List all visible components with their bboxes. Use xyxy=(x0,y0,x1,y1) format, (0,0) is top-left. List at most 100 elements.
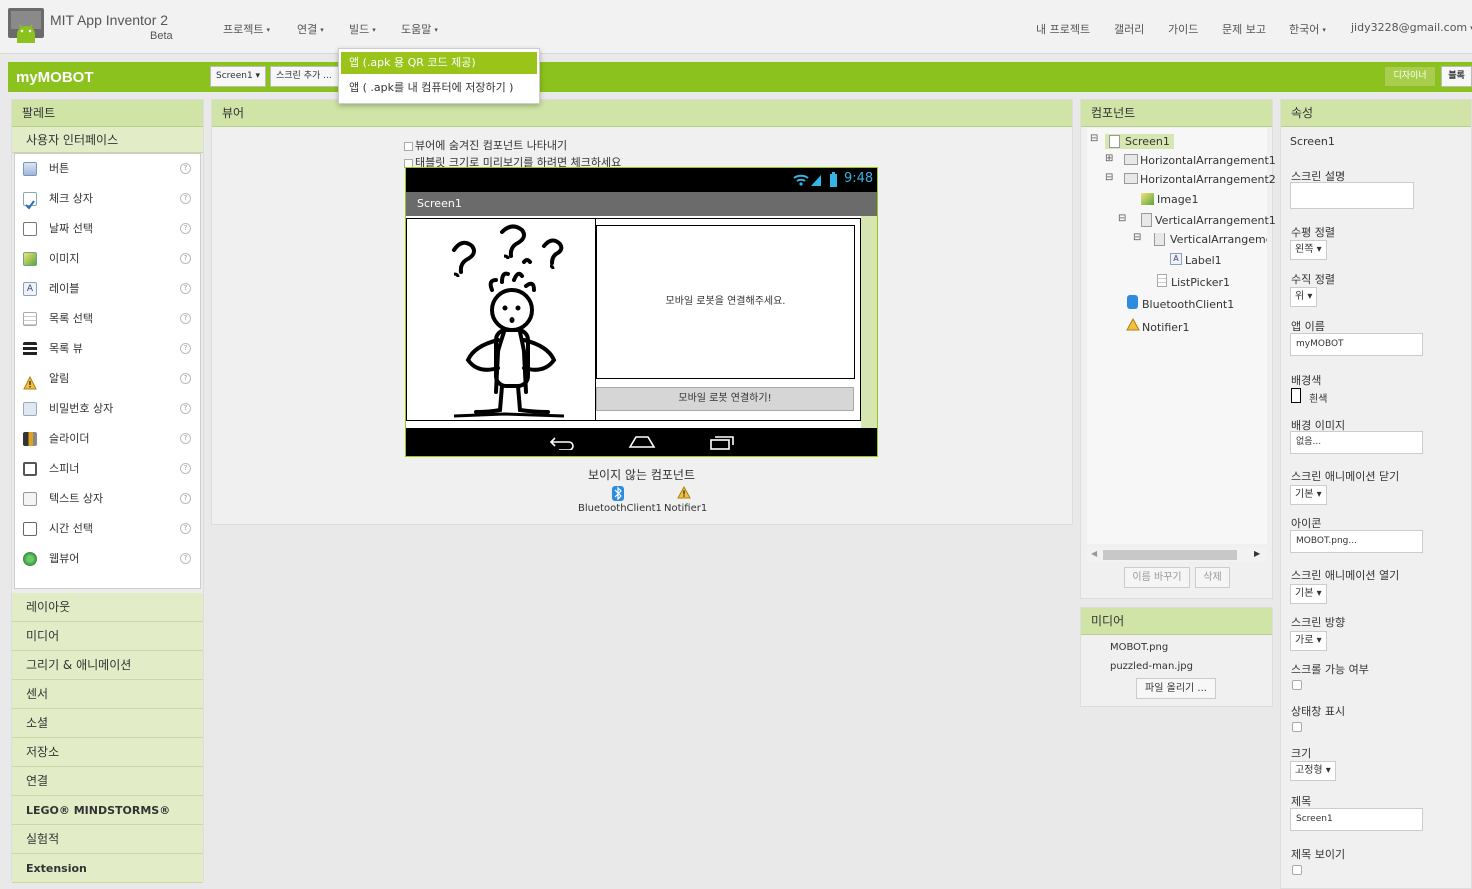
palette-item-listview[interactable]: 목록 뷰? xyxy=(15,334,200,364)
upload-file-button[interactable]: 파일 올리기 ... xyxy=(1136,678,1216,699)
screen-desc-textarea[interactable] xyxy=(1290,182,1414,209)
palette-category-lego[interactable]: LEGO® MINDSTORMS® xyxy=(12,796,203,825)
tree-node-vertical-arrangement-2[interactable]: VerticalArrangement2 xyxy=(1153,233,1267,246)
help-icon[interactable]: ? xyxy=(180,193,191,204)
show-hidden-option[interactable]: 뷰어에 숨겨진 컴포넌트 나타내기 xyxy=(404,137,567,153)
show-status-checkbox[interactable] xyxy=(1292,722,1302,732)
add-screen-button[interactable]: 스크린 추가 ... xyxy=(270,66,340,87)
palette-item-spinner[interactable]: 스피너? xyxy=(15,454,200,484)
tree-node-label1[interactable]: A Label1 xyxy=(1169,253,1222,267)
help-icon[interactable]: ? xyxy=(180,253,191,264)
palette-category-media[interactable]: 미디어 xyxy=(12,622,203,651)
palette-section-ui[interactable]: 사용자 인터페이스 xyxy=(12,127,203,153)
tree-node-screen1[interactable]: Screen1 xyxy=(1105,134,1174,149)
help-icon[interactable]: ? xyxy=(180,373,191,384)
palette-item-listpicker[interactable]: 목록 선택? xyxy=(15,304,200,334)
sizing-select[interactable]: 고정형 ▾ xyxy=(1290,761,1336,781)
link-gallery[interactable]: 갤러리 xyxy=(1114,21,1144,37)
menu-connect[interactable]: 연결 ▾ xyxy=(297,21,324,37)
palette-category-sensors[interactable]: 센서 xyxy=(12,680,203,709)
tree-node-horizontal-arrangement-2[interactable]: HorizontalArrangement2 xyxy=(1123,173,1276,186)
app-inventor-logo[interactable] xyxy=(8,8,44,46)
palette-item-slider[interactable]: 슬라이더? xyxy=(15,424,200,454)
palette-item-label[interactable]: A 레이블? xyxy=(15,274,200,304)
help-icon[interactable]: ? xyxy=(180,283,191,294)
tree-node-vertical-arrangement-1[interactable]: VerticalArrangement1 xyxy=(1138,213,1276,227)
connect-robot-button[interactable]: 모바일 로봇 연결하기! xyxy=(596,387,854,411)
bg-color-value[interactable]: 흰색 xyxy=(1309,390,1327,405)
menu-language[interactable]: 한국어 ▾ xyxy=(1289,21,1326,37)
tree-node-image1[interactable]: Image1 xyxy=(1140,193,1198,206)
help-icon[interactable]: ? xyxy=(180,313,191,324)
show-hidden-checkbox[interactable] xyxy=(404,141,413,151)
align-v-select[interactable]: 위 ▾ xyxy=(1290,287,1318,307)
delete-button[interactable]: 삭제 xyxy=(1195,567,1230,588)
screen-select[interactable]: Screen1 ▾ xyxy=(210,66,266,87)
show-title-checkbox[interactable] xyxy=(1292,865,1302,875)
tree-toggle-icon[interactable]: ⊟ xyxy=(1090,133,1098,144)
scroll-right-icon[interactable]: ▶ xyxy=(1254,549,1260,558)
recents-icon[interactable] xyxy=(708,433,736,451)
tree-node-listpicker1[interactable]: ListPicker1 xyxy=(1155,274,1230,289)
help-icon[interactable]: ? xyxy=(180,403,191,414)
palette-item-password[interactable]: 비밀번호 상자? xyxy=(15,394,200,424)
palette-item-checkbox[interactable]: 체크 상자? xyxy=(15,184,200,214)
palette-category-experimental[interactable]: 실험적 xyxy=(12,825,203,854)
bg-image-input[interactable]: 없음... xyxy=(1290,431,1423,454)
tree-toggle-icon[interactable]: ⊟ xyxy=(1133,232,1141,243)
help-icon[interactable]: ? xyxy=(180,523,191,534)
components-scrollbar[interactable]: ◀ ▶ xyxy=(1087,548,1267,562)
designer-button[interactable]: 디자이너 xyxy=(1384,66,1436,87)
back-icon[interactable] xyxy=(549,434,577,450)
bg-color-swatch[interactable] xyxy=(1291,388,1301,403)
tree-toggle-icon[interactable]: ⊟ xyxy=(1105,172,1113,183)
tree-toggle-icon[interactable]: ⊟ xyxy=(1118,213,1126,224)
palette-category-drawing[interactable]: 그리기 & 애니메이션 xyxy=(12,651,203,680)
home-icon[interactable] xyxy=(628,433,656,451)
align-h-select[interactable]: 왼쪽 ▾ xyxy=(1290,240,1327,260)
palette-category-extension[interactable]: Extension xyxy=(12,854,203,883)
link-my-projects[interactable]: 내 프로젝트 xyxy=(1036,21,1090,37)
close-anim-select[interactable]: 기본 ▾ xyxy=(1290,485,1327,505)
palette-category-layout[interactable]: 레이아웃 xyxy=(12,593,203,622)
media-file-mobot[interactable]: MOBOT.png xyxy=(1110,642,1168,653)
palette-item-webviewer[interactable]: 웹뷰어? xyxy=(15,544,200,574)
media-file-puzzled-man[interactable]: puzzled-man.jpg xyxy=(1110,661,1193,672)
palette-category-storage[interactable]: 저장소 xyxy=(12,738,203,767)
palette-item-button[interactable]: 버튼? xyxy=(15,154,200,184)
tree-node-horizontal-arrangement-1[interactable]: HorizontalArrangement1 xyxy=(1123,154,1276,167)
nonvisible-notifier[interactable]: Notifier1 xyxy=(664,503,707,514)
help-icon[interactable]: ? xyxy=(180,433,191,444)
menu-build[interactable]: 빌드 ▾ xyxy=(349,21,376,37)
title-input[interactable]: Screen1 xyxy=(1290,808,1423,831)
palette-item-notifier[interactable]: 알림? xyxy=(15,364,200,394)
open-anim-select[interactable]: 기본 ▾ xyxy=(1290,584,1327,604)
link-guide[interactable]: 가이드 xyxy=(1168,21,1198,37)
nonvisible-bluetooth[interactable]: BluetoothClient1 xyxy=(578,503,662,514)
help-icon[interactable]: ? xyxy=(180,553,191,564)
menu-account[interactable]: jidy3228@gmail.com ▾ xyxy=(1351,21,1472,34)
rename-button[interactable]: 이름 바꾸기 xyxy=(1124,567,1190,588)
menu-item-apk-qr[interactable]: 앱 (.apk 용 QR 코드 제공) xyxy=(341,52,537,74)
palette-category-connectivity[interactable]: 연결 xyxy=(12,767,203,796)
palette-item-image[interactable]: 이미지? xyxy=(15,244,200,274)
help-icon[interactable]: ? xyxy=(180,493,191,504)
scrollbar-thumb[interactable] xyxy=(1103,550,1237,560)
scrollable-checkbox[interactable] xyxy=(1292,680,1302,690)
icon-input[interactable]: MOBOT.png... xyxy=(1290,530,1423,553)
palette-category-social[interactable]: 소셜 xyxy=(12,709,203,738)
tree-node-notifier1[interactable]: Notifier1 xyxy=(1126,318,1190,334)
help-icon[interactable]: ? xyxy=(180,163,191,174)
help-icon[interactable]: ? xyxy=(180,223,191,234)
scroll-left-icon[interactable]: ◀ xyxy=(1091,549,1097,558)
menu-item-apk-save[interactable]: 앱 ( .apk를 내 컴퓨터에 저장하기 ) xyxy=(341,77,537,99)
palette-item-textbox[interactable]: 텍스트 상자? xyxy=(15,484,200,514)
palette-item-datepicker[interactable]: 날짜 선택? xyxy=(15,214,200,244)
help-icon[interactable]: ? xyxy=(180,343,191,354)
help-icon[interactable]: ? xyxy=(180,463,191,474)
orientation-select[interactable]: 가로 ▾ xyxy=(1290,631,1327,651)
app-name-input[interactable]: myMOBOT xyxy=(1290,333,1423,356)
menu-project[interactable]: 프로젝트 ▾ xyxy=(223,21,270,37)
puzzled-man-image[interactable] xyxy=(414,220,589,420)
palette-item-timepicker[interactable]: 시간 선택? xyxy=(15,514,200,544)
